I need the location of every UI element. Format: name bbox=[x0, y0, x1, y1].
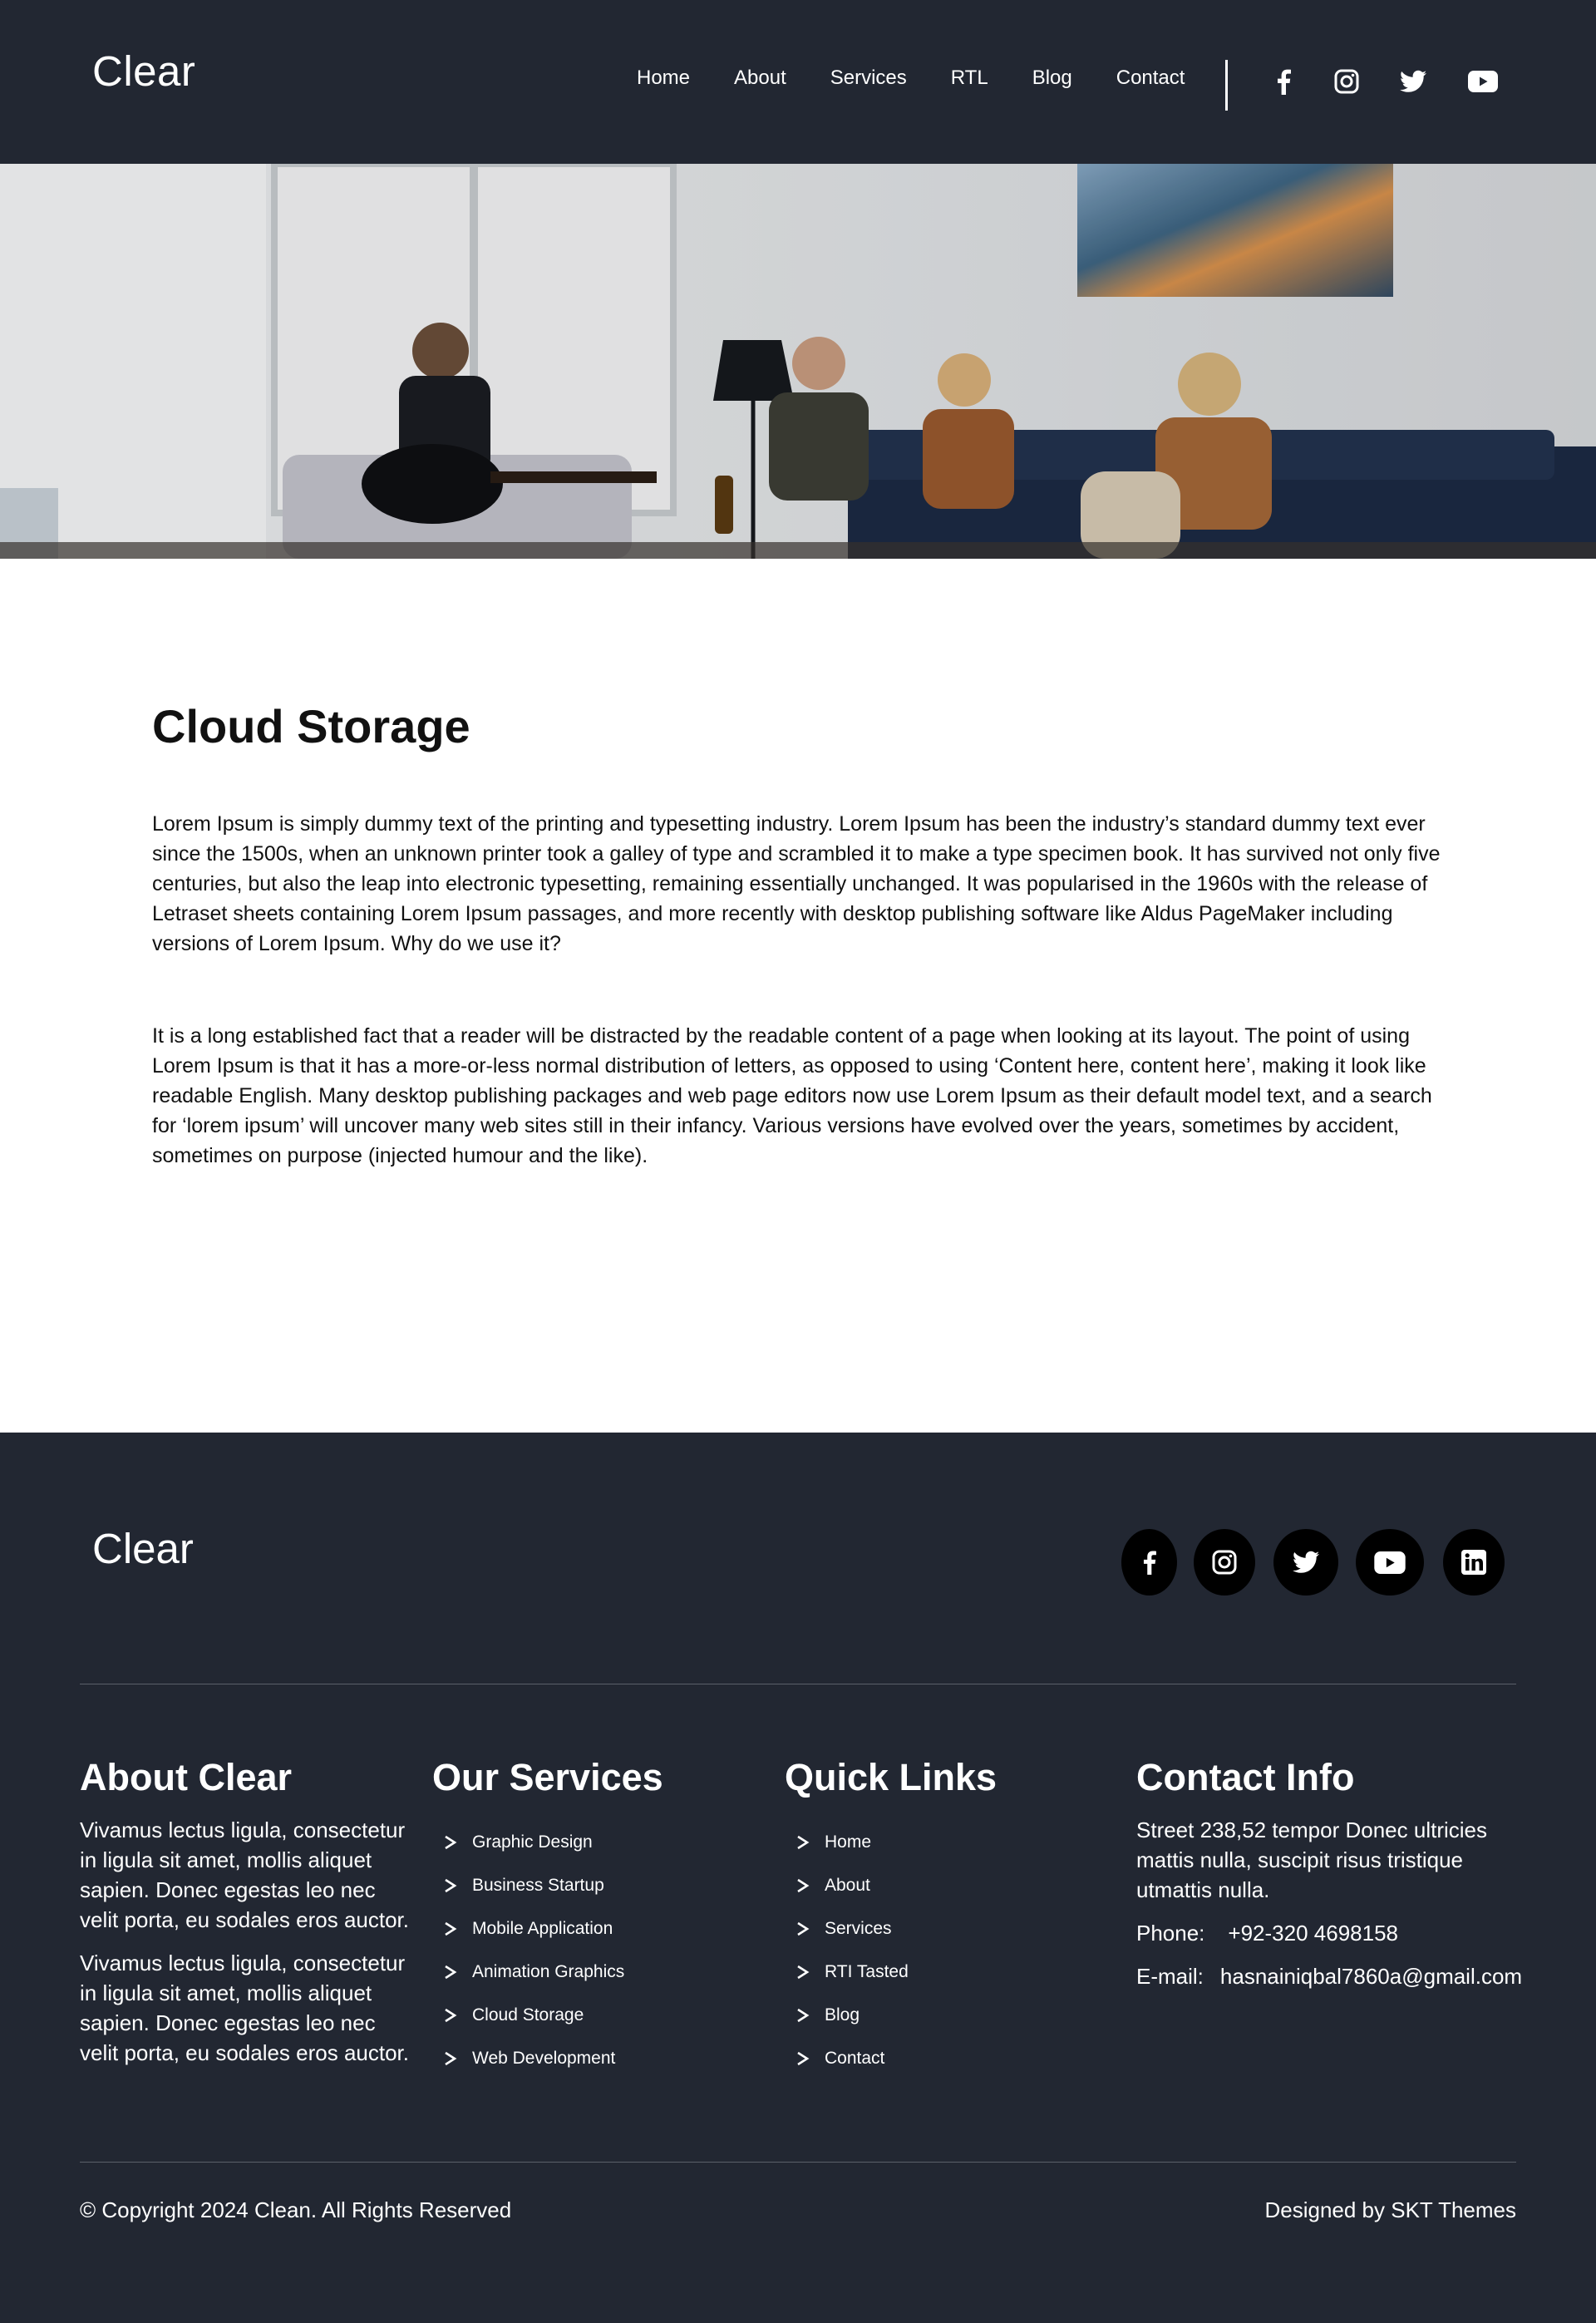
main-nav: Home About Services RTL Blog Contact bbox=[637, 67, 1185, 90]
contact-email-row: E-mail: hasnainiqbal7860a@gmail.com bbox=[1136, 1961, 1522, 1991]
contact-phone-row: Phone: +92-320 4698158 bbox=[1136, 1918, 1522, 1948]
footer-about-text-2: Vivamus lectus ligula, consectetur in li… bbox=[80, 1950, 410, 2065]
chevron-right-icon bbox=[444, 2050, 461, 2067]
nav-services[interactable]: Services bbox=[830, 67, 907, 90]
copyright-text: © Copyright 2024 Clean. All Rights Reser… bbox=[80, 2197, 512, 2222]
nav-rtl[interactable]: RTL bbox=[951, 67, 988, 90]
footer-contact-title: Contact Info bbox=[1136, 1756, 1355, 1798]
site-footer: Clear About Clear Vivamus lectus ligula,… bbox=[0, 1433, 1596, 2323]
twitter-icon[interactable] bbox=[1396, 65, 1430, 98]
footer-quick-link[interactable]: Blog bbox=[785, 1994, 997, 2037]
footer-logo[interactable]: Clear bbox=[92, 1524, 194, 1573]
nav-blog[interactable]: Blog bbox=[1032, 67, 1072, 90]
footer-about-title: About Clear bbox=[80, 1756, 293, 1798]
chevron-right-icon bbox=[444, 1834, 461, 1851]
footer-service-link[interactable]: Graphic Design bbox=[432, 1821, 663, 1864]
site-header: Clear Home About Services RTL Blog Conta… bbox=[0, 0, 1596, 164]
nav-divider bbox=[1225, 60, 1228, 111]
page-title: Cloud Storage bbox=[152, 700, 470, 752]
footer-divider-bottom bbox=[80, 2162, 1516, 2163]
footer-service-link[interactable]: Web Development bbox=[432, 2037, 663, 2080]
instagram-icon[interactable] bbox=[1330, 65, 1363, 98]
footer-links-list: Home About Services RTI Tasted Blog Cont… bbox=[785, 1821, 997, 2080]
footer-service-link[interactable]: Business Startup bbox=[432, 1864, 663, 1907]
page-content: Cloud Storage Lorem Ipsum is simply dumm… bbox=[152, 698, 1449, 1171]
content-paragraph-2: It is a long established fact that a rea… bbox=[152, 1024, 1432, 1168]
footer-service-link[interactable]: Animation Graphics bbox=[432, 1951, 663, 1994]
hero-photo bbox=[0, 164, 1596, 559]
footer-service-link[interactable]: Mobile Application bbox=[432, 1907, 663, 1951]
footer-service-link[interactable]: Cloud Storage bbox=[432, 1994, 663, 2037]
twitter-icon[interactable] bbox=[1273, 1529, 1338, 1596]
footer-links-title: Quick Links bbox=[785, 1756, 998, 1798]
site-logo[interactable]: Clear bbox=[92, 47, 195, 96]
chevron-right-icon bbox=[796, 1921, 813, 1937]
contact-email-label: E-mail: bbox=[1136, 1963, 1204, 1989]
footer-services-list: Graphic Design Business Startup Mobile A… bbox=[432, 1821, 663, 2080]
footer-services: Our Services Graphic Design Business Sta… bbox=[432, 1757, 663, 2080]
nav-about[interactable]: About bbox=[734, 67, 786, 90]
facebook-icon[interactable] bbox=[1121, 1529, 1177, 1596]
youtube-icon[interactable] bbox=[1356, 1529, 1424, 1596]
chevron-right-icon bbox=[444, 1964, 461, 1980]
chevron-right-icon bbox=[444, 1921, 461, 1937]
chevron-right-icon bbox=[796, 1834, 813, 1851]
footer-quick-links: Quick Links Home About Services RTI Tast… bbox=[785, 1757, 997, 2080]
content-paragraph-1: Lorem Ipsum is simply dummy text of the … bbox=[152, 812, 1441, 956]
chevron-right-icon bbox=[796, 2007, 813, 2024]
footer-about: About Clear Vivamus lectus ligula, conse… bbox=[80, 1757, 412, 2068]
linkedin-icon[interactable] bbox=[1443, 1529, 1505, 1596]
footer-services-title: Our Services bbox=[432, 1756, 663, 1798]
footer-quick-link[interactable]: Contact bbox=[785, 2037, 997, 2080]
chevron-right-icon bbox=[796, 1964, 813, 1980]
youtube-icon[interactable] bbox=[1466, 65, 1500, 98]
footer-quick-link[interactable]: Services bbox=[785, 1907, 997, 1951]
chevron-right-icon bbox=[796, 2050, 813, 2067]
footer-about-text-1: Vivamus lectus ligula, consectetur in li… bbox=[80, 1817, 410, 1932]
facebook-icon[interactable] bbox=[1267, 65, 1300, 98]
contact-address: Street 238,52 tempor Donec ultricies mat… bbox=[1136, 1817, 1487, 1902]
contact-email[interactable]: hasnainiqbal7860a@gmail.com bbox=[1220, 1964, 1522, 1989]
chevron-right-icon bbox=[444, 2007, 461, 2024]
hero-image bbox=[0, 164, 1596, 559]
footer-quick-link[interactable]: Home bbox=[785, 1821, 997, 1864]
nav-contact[interactable]: Contact bbox=[1116, 67, 1185, 90]
designed-by-link[interactable]: Designed by SKT Themes bbox=[1264, 2197, 1516, 2223]
chevron-right-icon bbox=[796, 1877, 813, 1894]
chevron-right-icon bbox=[444, 1877, 461, 1894]
footer-quick-link[interactable]: About bbox=[785, 1864, 997, 1907]
contact-phone-label: Phone: bbox=[1136, 1920, 1205, 1946]
instagram-icon[interactable] bbox=[1194, 1529, 1255, 1596]
contact-phone[interactable]: +92-320 4698158 bbox=[1228, 1921, 1398, 1946]
footer-quick-link[interactable]: RTI Tasted bbox=[785, 1951, 997, 1994]
footer-contact: Contact Info Street 238,52 tempor Donec … bbox=[1136, 1757, 1522, 1991]
nav-home[interactable]: Home bbox=[637, 67, 690, 90]
